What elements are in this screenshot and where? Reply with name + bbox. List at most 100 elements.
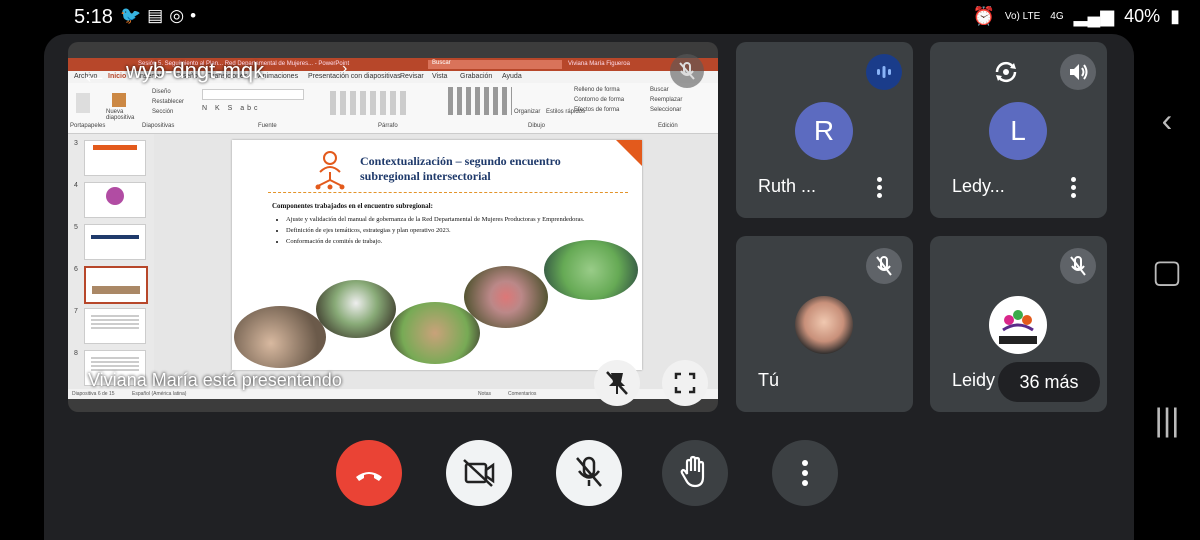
recents-nav-icon[interactable]: ||| xyxy=(1134,402,1200,439)
mic-off-icon xyxy=(576,456,602,487)
paste-icon[interactable] xyxy=(76,93,90,113)
section-label[interactable]: Sección xyxy=(152,109,173,115)
slide-subtitle: Componentes trabajados en el encuentro s… xyxy=(272,202,433,210)
participant-name: Tú xyxy=(758,370,780,390)
more-participants-badge[interactable]: 36 más xyxy=(998,362,1100,402)
thumb-number: 3 xyxy=(74,140,78,147)
reset-label[interactable]: Restablecer xyxy=(152,99,184,105)
font-format-icons[interactable]: N K S abc xyxy=(202,105,261,112)
ppt-tab[interactable]: Presentación con diapositivas xyxy=(308,73,401,80)
presenter-mic-off-icon xyxy=(670,54,704,88)
speaker-icon[interactable] xyxy=(1060,54,1096,90)
new-slide-label[interactable]: Nueva diapositiva xyxy=(106,109,146,121)
end-call-button[interactable] xyxy=(336,440,402,506)
back-arrow-icon[interactable]: ← xyxy=(80,58,108,90)
fullscreen-button[interactable] xyxy=(662,360,708,406)
chevron-right-icon[interactable]: › xyxy=(342,60,347,78)
avatar-photo xyxy=(795,296,853,354)
home-nav-icon[interactable]: ▢ xyxy=(1134,252,1200,290)
news-icon: ▤ xyxy=(147,6,170,25)
arrange-label[interactable]: Organizar xyxy=(514,109,540,115)
fullscreen-icon xyxy=(674,372,696,394)
unpin-button[interactable] xyxy=(594,360,640,406)
hang-up-icon xyxy=(356,472,382,481)
slide-bullet: Ajuste y validación del manual de gobern… xyxy=(286,216,631,223)
event-photo xyxy=(316,280,396,338)
select-label[interactable]: Seleccionar xyxy=(650,107,681,113)
switch-camera-icon[interactable] xyxy=(988,54,1024,90)
presentation-tile[interactable]: Sesión 5. Seguimiento al Plan... Red Dep… xyxy=(68,42,718,412)
comments-button[interactable]: Comentarios xyxy=(508,391,536,397)
avatar: L xyxy=(989,102,1047,160)
group-label: Edición xyxy=(658,123,678,129)
layout-label[interactable]: Diseño xyxy=(152,89,171,95)
replace-label[interactable]: Reemplazar xyxy=(650,97,682,103)
network-type: 4G xyxy=(1050,10,1064,22)
camera-off-icon xyxy=(463,459,495,487)
status-time: 5:18 xyxy=(74,6,113,28)
event-photo xyxy=(544,240,638,300)
back-nav-icon[interactable]: ‹ xyxy=(1134,102,1200,139)
people-network-icon xyxy=(315,151,345,190)
dot-icon: • xyxy=(190,6,203,25)
slide-thumbnail[interactable] xyxy=(84,308,146,344)
group-label: Párrafo xyxy=(378,123,398,129)
slide-thumbnail-active[interactable] xyxy=(84,266,148,304)
twitter-icon: 🐦 xyxy=(120,6,148,25)
more-options-icon[interactable] xyxy=(870,174,888,200)
camera-toggle-button[interactable] xyxy=(446,440,512,506)
ppt-tab[interactable]: Inicio xyxy=(108,73,126,80)
new-slide-icon[interactable] xyxy=(112,93,126,107)
shape-effects-label[interactable]: Efectos de forma xyxy=(574,107,619,113)
group-label: Dibujo xyxy=(528,123,546,129)
raise-hand-button[interactable] xyxy=(662,440,728,506)
hand-icon xyxy=(680,455,705,488)
status-right: ⏰ Vo) LTE 4G ▂▄▆ 40% ▮ xyxy=(972,6,1180,27)
shapes-gallery[interactable] xyxy=(448,87,512,115)
more-vert-icon xyxy=(802,460,808,486)
alarm-icon: ⏰ xyxy=(972,6,995,26)
status-bar: 5:18 🐦▤◎• ⏰ Vo) LTE 4G ▂▄▆ 40% ▮ xyxy=(0,0,1200,34)
shape-fill-label[interactable]: Relleno de forma xyxy=(574,87,620,93)
prodepaz-logo xyxy=(989,296,1047,354)
slide-thumbnail[interactable] xyxy=(84,182,146,218)
event-photo xyxy=(234,306,326,368)
participant-name: Ledy... xyxy=(952,176,1005,196)
font-select[interactable] xyxy=(202,89,304,100)
ppt-search[interactable]: Buscar xyxy=(428,60,562,69)
slide-thumbnail[interactable] xyxy=(84,224,146,260)
ppt-user: Viviana María Figueroa xyxy=(568,61,630,67)
unpin-icon xyxy=(606,371,628,395)
slide-title: Contextualización – segundo encuentro su… xyxy=(360,154,561,183)
group-label: Portapapeles xyxy=(70,123,106,129)
more-options-icon[interactable] xyxy=(1064,174,1082,200)
event-photo xyxy=(464,266,548,328)
meeting-code[interactable]: wyb-dngt-mqk xyxy=(126,58,264,84)
slide-thumbnail[interactable] xyxy=(84,140,146,176)
participant-tile-ruth[interactable]: R Ruth ... xyxy=(736,42,913,218)
avatar: R xyxy=(795,102,853,160)
thumb-number: 4 xyxy=(74,182,78,189)
find-label[interactable]: Buscar xyxy=(650,87,669,93)
notes-button[interactable]: Notas xyxy=(478,391,491,397)
participant-tile-self[interactable]: Tú xyxy=(736,236,913,412)
current-slide[interactable]: Contextualización – segundo encuentro su… xyxy=(232,140,642,370)
group-label: Fuente xyxy=(258,123,277,129)
thumb-number: 8 xyxy=(74,350,78,357)
network-label: Vo) LTE xyxy=(1004,10,1041,22)
ppt-tab[interactable]: Vista xyxy=(432,73,447,80)
signal-icon: ▂▄▆ xyxy=(1073,6,1115,26)
paragraph-icons[interactable] xyxy=(330,91,410,115)
mic-toggle-button[interactable] xyxy=(556,440,622,506)
battery-level: 40% xyxy=(1124,6,1161,26)
slide-divider xyxy=(268,192,628,193)
ppt-tab[interactable]: Revisar xyxy=(400,73,424,80)
shape-outline-label[interactable]: Contorno de forma xyxy=(574,97,624,103)
ppt-tab[interactable]: Ayuda xyxy=(502,73,522,80)
slide-thumbnails: 3 4 5 6 7 8 xyxy=(68,134,154,389)
ppt-tab[interactable]: Grabación xyxy=(460,73,492,80)
more-options-button[interactable] xyxy=(772,440,838,506)
participant-tile-ledy[interactable]: L Ledy... xyxy=(930,42,1107,218)
slide-bullet: Definición de ejes temáticos, estrategia… xyxy=(286,227,631,234)
battery-icon: ▮ xyxy=(1170,6,1180,26)
